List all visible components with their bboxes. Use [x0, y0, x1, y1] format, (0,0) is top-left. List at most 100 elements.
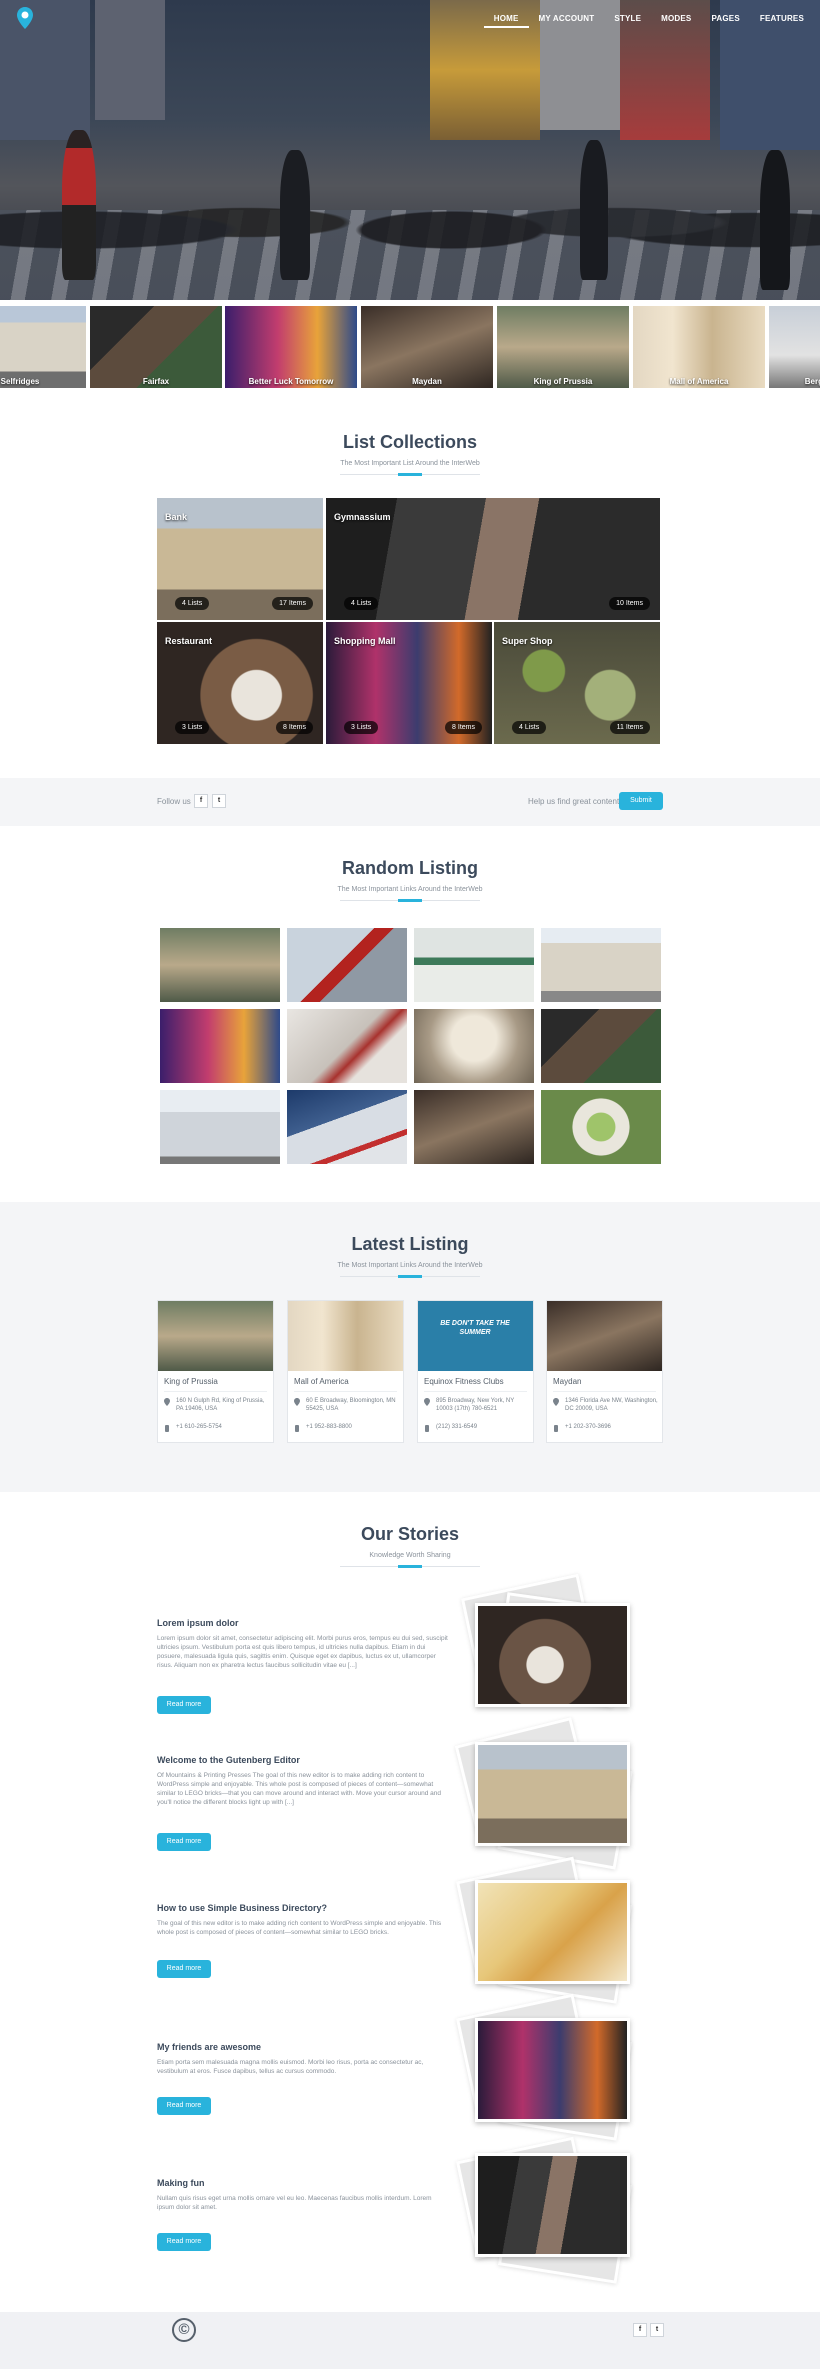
listing-card-title[interactable]: King of Prussia [164, 1377, 218, 1386]
collection-lists-count: 4 Lists [512, 721, 547, 734]
collection-gymnassium[interactable]: Gymnassium 4 Lists 10 Items [326, 498, 660, 620]
nav-item-modes[interactable]: MODES [651, 14, 701, 28]
twitter-icon[interactable]: t [650, 2323, 664, 2337]
submit-button[interactable]: Submit [619, 792, 663, 810]
carousel-item-label: Selfridges [0, 377, 40, 386]
story-title[interactable]: Welcome to the Gutenberg Editor [157, 1755, 300, 1765]
listing-card-title[interactable]: Equinox Fitness Clubs [424, 1377, 504, 1386]
collection-super-shop[interactable]: Super Shop 4 Lists 11 Items [494, 622, 660, 744]
carousel-item[interactable]: Mall of America [633, 306, 765, 388]
collection-restaurant[interactable]: Restaurant 3 Lists 8 Items [157, 622, 323, 744]
facebook-icon[interactable]: f [194, 794, 208, 808]
divider [164, 1391, 267, 1392]
read-more-button[interactable]: Read more [157, 1833, 211, 1851]
divider [294, 1391, 397, 1392]
latest-subtitle: The Most Important Links Around the Inte… [337, 1262, 483, 1269]
story-excerpt: The goal of this new editor is to make a… [157, 1920, 442, 1936]
read-more-button[interactable]: Read more [157, 2097, 211, 2115]
phone-icon [554, 1425, 558, 1432]
random-listing-item[interactable] [414, 1090, 534, 1164]
nav-item-pages[interactable]: PAGES [701, 14, 749, 28]
random-listing-item[interactable] [541, 1090, 661, 1164]
listing-card-phone[interactable]: +1 610-265-5754 [176, 1424, 222, 1430]
poster-text: BE DON'T TAKE THE SUMMER [440, 1320, 510, 1336]
read-more-button[interactable]: Read more [157, 1960, 211, 1978]
carousel-item[interactable]: Selfridges [0, 306, 86, 388]
random-listing-item[interactable] [160, 1090, 280, 1164]
stories-subtitle: Knowledge Worth Sharing [369, 1552, 451, 1559]
story-excerpt: Nullam quis risus eget urna mollis ornar… [157, 2195, 432, 2211]
hero-person [62, 130, 96, 280]
random-listing-item[interactable] [160, 1009, 280, 1083]
carousel-item[interactable]: Fairfax [90, 306, 222, 388]
listing-card-phone[interactable]: (212) 331-6549 [436, 1424, 477, 1430]
carousel-item-label: Maydan [412, 377, 442, 386]
collection-lists-count: 4 Lists [344, 597, 379, 610]
nav-item-my-account[interactable]: MY ACCOUNT [529, 14, 605, 28]
listing-card[interactable]: Mall of America 60 E Broadway, Bloomingt… [287, 1300, 404, 1443]
twitter-icon[interactable]: t [212, 794, 226, 808]
listing-card-phone[interactable]: +1 202-370-3696 [565, 1424, 611, 1430]
listing-card-image [288, 1301, 403, 1371]
collections-title: List Collections [342, 432, 477, 452]
listing-card-image [547, 1301, 662, 1371]
collection-shopping-mall[interactable]: Shopping Mall 3 Lists 8 Items [326, 622, 492, 744]
map-pin-logo-icon[interactable] [16, 6, 34, 30]
listing-card[interactable]: BE DON'T TAKE THE SUMMER Equinox Fitness… [417, 1300, 534, 1443]
phone-icon [165, 1425, 169, 1432]
story-image[interactable] [475, 1880, 630, 1984]
listing-card-title[interactable]: Maydan [553, 1377, 581, 1386]
random-listing-item[interactable] [287, 1009, 407, 1083]
nav-item-features[interactable]: FEATURES [750, 14, 814, 28]
random-listing-item[interactable] [287, 928, 407, 1002]
random-listing-item[interactable] [414, 928, 534, 1002]
section-divider [340, 1275, 480, 1278]
location-pin-icon [294, 1398, 300, 1406]
nav-item-style[interactable]: STYLE [604, 14, 651, 28]
collection-items-count: 8 Items [445, 721, 482, 734]
collection-name: Shopping Mall [334, 636, 396, 646]
stories-title: Our Stories [360, 1524, 460, 1544]
story-image[interactable] [475, 2153, 630, 2257]
section-divider [340, 1565, 480, 1568]
listing-card-title[interactable]: Mall of America [294, 1377, 349, 1386]
read-more-button[interactable]: Read more [157, 1696, 211, 1714]
carousel-item[interactable]: Berg [769, 306, 820, 388]
hero-person [580, 140, 608, 280]
facebook-icon[interactable]: f [633, 2323, 647, 2337]
random-listing-item[interactable] [541, 1009, 661, 1083]
listing-card[interactable]: Maydan 1346 Florida Ave NW, Washington, … [546, 1300, 663, 1443]
story-excerpt: Etiam porta sem malesuada magna mollis e… [157, 2059, 424, 2075]
collection-items-count: 10 Items [609, 597, 650, 610]
nav-item-home[interactable]: HOME [483, 14, 529, 28]
listing-card[interactable]: King of Prussia 160 N Gulph Rd, King of … [157, 1300, 274, 1443]
latest-title: Latest Listing [351, 1234, 469, 1254]
collection-items-count: 11 Items [609, 721, 650, 734]
listing-carousel: Selfridges Fairfax Better Luck Tomorrow … [0, 306, 820, 390]
story-title[interactable]: Lorem ipsum dolor [157, 1618, 239, 1628]
story-excerpt: Lorem ipsum dolor sit amet, consectetur … [157, 1635, 448, 1669]
random-listing-item[interactable] [160, 928, 280, 1002]
random-listing-item[interactable] [414, 1009, 534, 1083]
random-listing-item[interactable] [541, 928, 661, 1002]
story-image[interactable] [475, 1603, 630, 1707]
listing-card-phone[interactable]: +1 952-883-8800 [306, 1424, 352, 1430]
story-image[interactable] [475, 2018, 630, 2122]
divider [553, 1391, 656, 1392]
carousel-item[interactable]: Better Luck Tomorrow [225, 306, 357, 388]
collection-name: Gymnassium [334, 512, 391, 522]
story-image[interactable] [475, 1742, 630, 1846]
read-more-button[interactable]: Read more [157, 2233, 211, 2251]
carousel-item[interactable]: King of Prussia [497, 306, 629, 388]
story-title[interactable]: My friends are awesome [157, 2042, 261, 2052]
carousel-item[interactable]: Maydan [361, 306, 493, 388]
random-listing-item[interactable] [287, 1090, 407, 1164]
location-pin-icon [164, 1398, 170, 1406]
location-pin-icon [424, 1398, 430, 1406]
listing-card-address: 895 Broadway, New York, NY 10003 (17th) … [436, 1398, 515, 1412]
main-navigation: HOME MY ACCOUNT STYLE MODES PAGES FEATUR… [483, 14, 814, 28]
story-title[interactable]: How to use Simple Business Directory? [157, 1903, 327, 1913]
collection-bank[interactable]: Bank 4 Lists 17 Items [157, 498, 323, 620]
collection-items-count: 17 Items [272, 597, 313, 610]
story-title[interactable]: Making fun [157, 2178, 205, 2188]
